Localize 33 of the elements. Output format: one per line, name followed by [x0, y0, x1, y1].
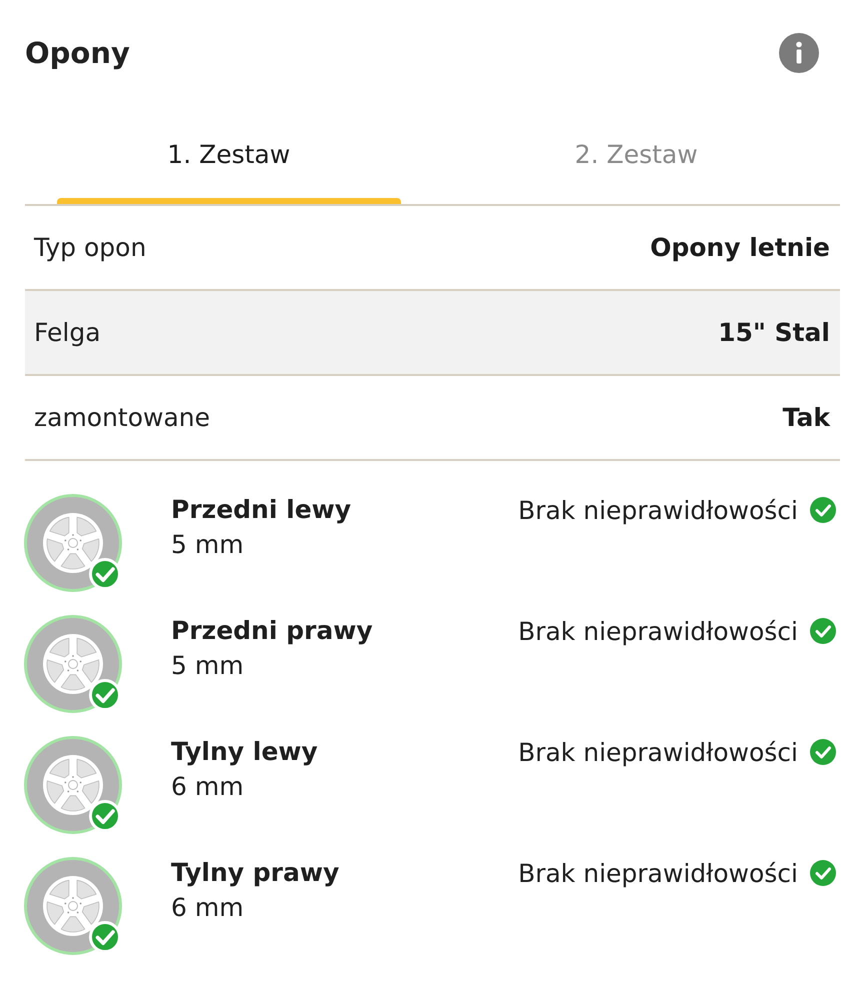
detail-label: Typ opon [34, 233, 146, 262]
page-title: Opony [25, 36, 130, 70]
check-badge-icon [89, 679, 121, 711]
tire-name: Przedni prawy [171, 615, 373, 647]
tire-name: Tylny lewy [171, 736, 318, 768]
check-icon [810, 618, 836, 644]
check-badge-icon [89, 800, 121, 832]
wheel-icon [24, 857, 122, 955]
tread-depth: 6 mm [171, 892, 244, 924]
detail-value: Tak [782, 403, 830, 432]
tread-depth: 5 mm [171, 650, 244, 682]
check-icon [810, 739, 836, 765]
tread-depth: 5 mm [171, 529, 244, 561]
tab[interactable]: 1. Zestaw [25, 108, 432, 204]
tire-name: Przedni lewy [171, 494, 352, 526]
info-icon[interactable] [779, 33, 819, 73]
check-icon [810, 497, 836, 523]
check-badge-icon [89, 558, 121, 590]
check-icon [810, 860, 836, 886]
wheel-icon [24, 615, 122, 713]
detail-value: 15" Stal [718, 318, 830, 347]
detail-value: Opony letnie [650, 233, 830, 262]
status-text: Brak nieprawidłowości [518, 616, 798, 646]
tread-depth: 6 mm [171, 771, 244, 803]
status-text: Brak nieprawidłowości [518, 738, 798, 766]
wheel-icon [24, 736, 122, 834]
detail-label: zamontowane [34, 403, 210, 432]
status-text: Brak nieprawidłowości [518, 858, 798, 888]
status-text: Brak nieprawidłowości [518, 496, 798, 524]
detail-label: Felga [34, 318, 101, 347]
tire-name: Tylny prawy [171, 857, 340, 889]
check-badge-icon [89, 921, 121, 953]
wheel-icon [24, 494, 122, 592]
